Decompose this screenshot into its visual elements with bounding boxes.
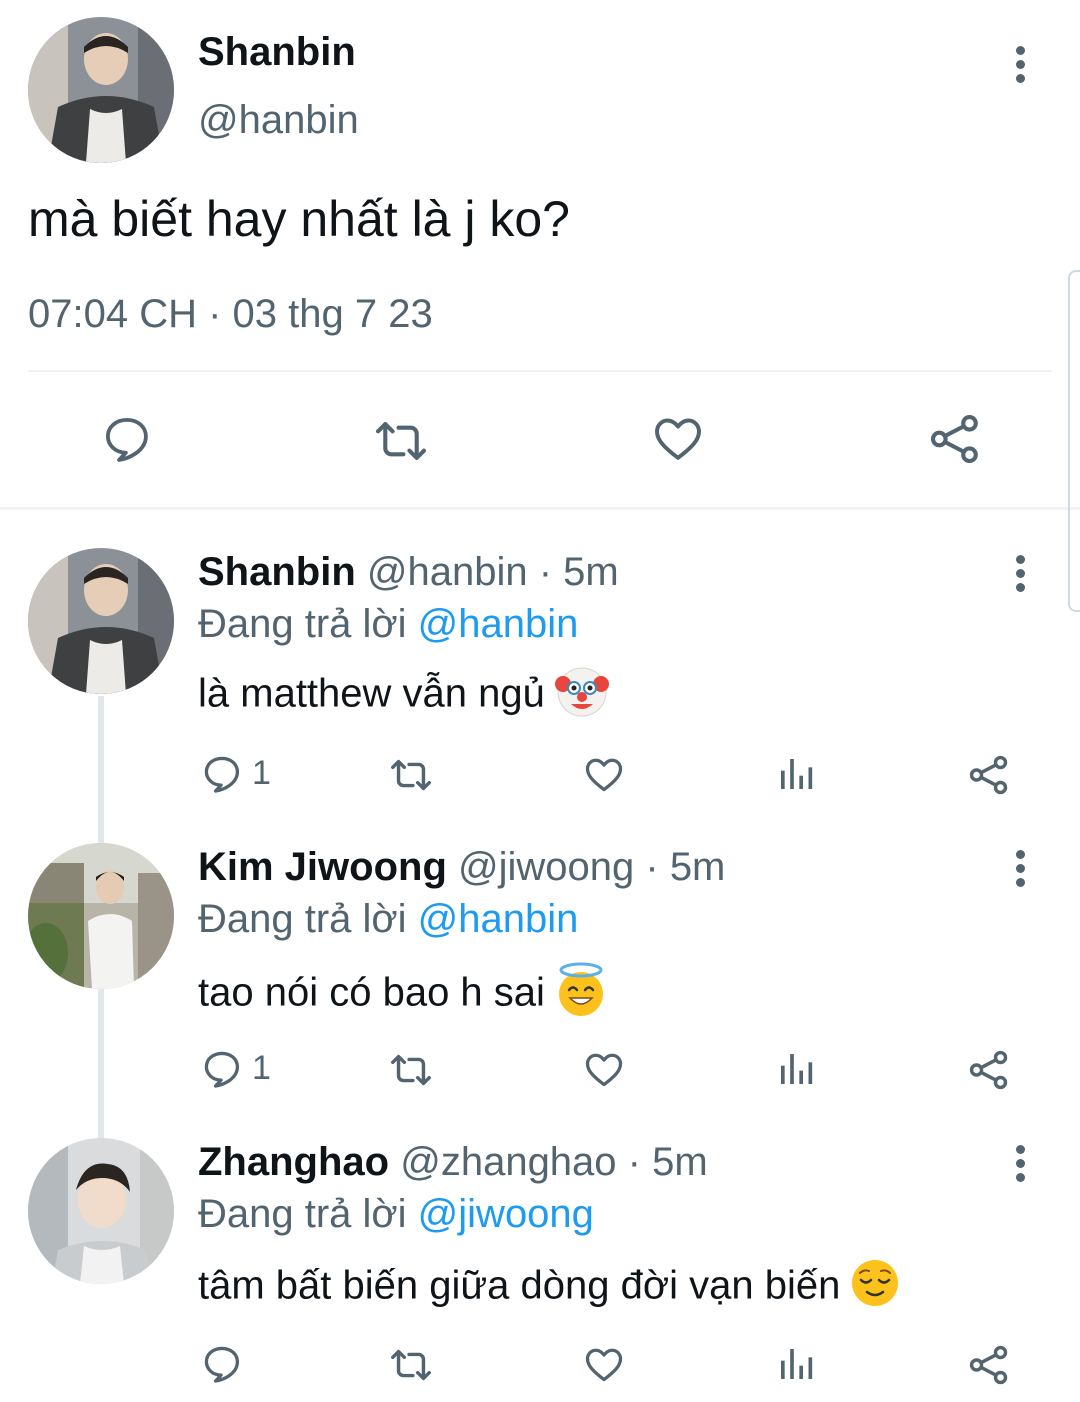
main-tweet-handle[interactable]: @hanbin [198,98,359,143]
share-icon[interactable] [966,752,1012,798]
reply-header: Kim Jiwoong @jiwoong · 5m [198,845,725,890]
share-icon[interactable] [926,410,984,468]
replying-to: Đang trả lời @hanbin [198,897,578,942]
reply-text-content: tao nói có bao h sai [198,970,545,1015]
reply-meta: @zhanghao · 5m [400,1140,708,1184]
replying-to-prefix: Đang trả lời [198,897,407,941]
main-tweet-display-name[interactable]: Shanbin [198,30,356,75]
reply-icon[interactable] [200,752,244,796]
retweet-icon[interactable] [372,412,430,470]
like-icon[interactable] [582,1342,626,1386]
relieved-face-emoji [850,1258,900,1318]
retweet-icon[interactable] [388,1047,434,1093]
retweet-icon[interactable] [388,1342,434,1388]
reply-meta: @jiwoong · 5m [458,845,726,889]
more-options-icon[interactable] [1016,1145,1026,1187]
main-tweet-text: mà biết hay nhất là j ko? [28,191,570,247]
replying-to: Đang trả lời @hanbin [198,602,578,647]
reply-text-content: tâm bất biến giữa dòng đời vạn biến [198,1263,841,1308]
main-tweet-timestamp: 07:04 CH · 03 thg 7 23 [28,292,433,336]
reply-header: Zhanghao @zhanghao · 5m [198,1140,708,1185]
replying-to-handle[interactable]: @jiwoong [418,1192,594,1236]
replying-to: Đang trả lời @jiwoong [198,1192,594,1237]
reply-display-name[interactable]: Kim Jiwoong [198,845,447,889]
reply-text: tao nói có bao h sai [198,962,607,1028]
replying-to-handle[interactable]: @hanbin [418,602,579,646]
reply-avatar-zhanghao[interactable] [28,1138,174,1284]
analytics-icon[interactable] [776,1049,816,1089]
reply-icon[interactable] [100,412,154,466]
more-options-icon[interactable] [1016,46,1026,88]
share-icon[interactable] [966,1342,1012,1388]
reply-meta: @hanbin · 5m [366,550,619,594]
reply-icon[interactable] [200,1047,244,1091]
scroll-indicator[interactable] [1068,270,1080,612]
reply-avatar-jiwoong[interactable] [28,843,174,989]
reply-text: là matthew vẫn ngủ [198,664,609,728]
divider [28,370,1052,372]
analytics-icon[interactable] [776,754,816,794]
reply-text-content: là matthew vẫn ngủ [198,671,545,716]
more-options-icon[interactable] [1016,850,1026,892]
like-icon[interactable] [582,752,626,796]
reply-text: tâm bất biến giữa dòng đời vạn biến [198,1258,900,1318]
reply-display-name[interactable]: Shanbin [198,550,356,594]
like-icon[interactable] [582,1047,626,1091]
clown-face-emoji [554,664,609,728]
replying-to-prefix: Đang trả lời [198,1192,407,1236]
main-tweet-avatar[interactable] [28,17,174,163]
more-options-icon[interactable] [1016,555,1026,597]
share-icon[interactable] [966,1047,1012,1093]
analytics-icon[interactable] [776,1344,816,1384]
like-icon[interactable] [650,410,706,466]
smiling-face-with-halo-emoji [555,962,607,1028]
reply-header: Shanbin @hanbin · 5m [198,550,619,595]
reply-icon[interactable] [200,1342,244,1386]
retweet-icon[interactable] [388,752,434,798]
replying-to-prefix: Đang trả lời [198,602,407,646]
reply-count: 1 [252,754,271,792]
reply-count: 1 [252,1049,271,1087]
reply-avatar-shanbin[interactable] [28,548,174,694]
replying-to-handle[interactable]: @hanbin [418,897,579,941]
reply-display-name[interactable]: Zhanghao [198,1140,389,1184]
section-divider [0,507,1080,510]
